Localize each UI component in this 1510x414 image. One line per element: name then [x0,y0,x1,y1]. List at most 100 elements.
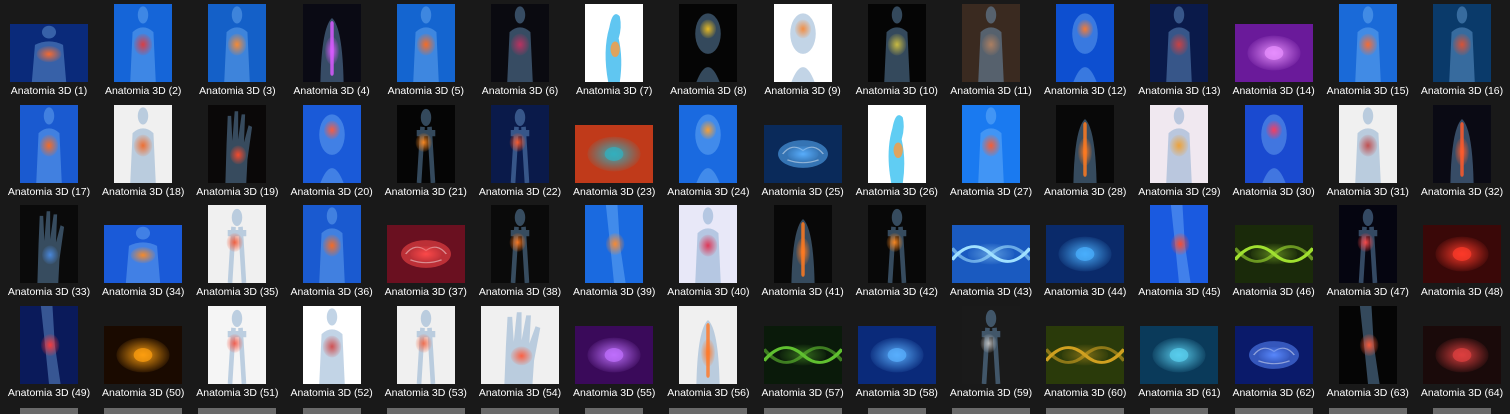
thumbnail-item[interactable]: Anatomia 3D (3) [190,4,284,104]
thumbnail-item[interactable]: Anatomia 3D (25) [756,105,850,205]
thumbnail-item[interactable]: Anatomia 3D (45) [1132,205,1226,305]
thumbnail-item[interactable]: Anatomia 3D (32) [1415,104,1509,205]
thumbnail-image [302,4,361,82]
thumbnail-item[interactable]: Anatomia 3D (20) [285,104,379,205]
thumbnail-item[interactable]: Anatomia 3D (48) [1415,205,1509,305]
thumbnail-label: Anatomia 3D (34) [102,286,185,298]
thumbnail-item[interactable]: Anatomia 3D (47) [1321,205,1415,305]
thumbnail-item[interactable]: Anatomia 3D (12) [1038,4,1132,104]
thumbnail-image [20,104,78,183]
thumbnail-item[interactable]: Anatomia 3D (30) [1227,104,1321,205]
thumbnail-item[interactable]: Anatomia 3D (58) [850,306,944,406]
thumbnail-item[interactable]: Anatomia 3D (8) [661,4,755,104]
thumbnail-item[interactable]: Anatomia 3D (19) [190,104,284,205]
thumbnail-item[interactable]: Anatomia 3D (39) [567,205,661,305]
thumbnail-item[interactable]: Anatomia 3D (56) [661,305,755,406]
thumbnail-label: Anatomia 3D (49) [7,386,91,399]
thumbnail-image [585,4,644,82]
thumbnail-item[interactable]: Anatomia 3D (60) [1038,306,1132,406]
thumbnail-item[interactable]: Anatomia 3D (46) [1227,205,1321,305]
thumbnail-item[interactable]: Anatomia 3D (31) [1321,104,1415,205]
thumbnail-item[interactable]: Anatomia 3D (61) [1132,306,1226,406]
thumbnail-label: Anatomia 3D (60) [1044,386,1127,399]
thumbnail-label: Anatomia 3D (14) [1232,85,1315,97]
thumbnail-frame [1038,104,1132,183]
thumbnail-item[interactable]: Anatomia 3D (1) [2,4,96,104]
thumbnail-item[interactable]: Anatomia 3D (21) [379,104,473,205]
thumbnail-label: Anatomia 3D (44) [1044,286,1127,298]
thumbnail-item[interactable]: Anatomia 3D (10) [850,4,944,104]
thumbnail-label: Anatomia 3D (27) [949,185,1033,198]
thumbnail-item[interactable]: Anatomia 3D (40) [661,205,755,305]
thumbnail-item[interactable]: Anatomia 3D (59) [944,305,1038,406]
thumbnail-item[interactable]: Anatomia 3D (16) [1415,4,1509,104]
thumbnail-item[interactable]: Anatomia 3D (50) [96,306,190,406]
thumbnail-item[interactable]: Anatomia 3D (54) [473,305,567,406]
next-row-thumbnail-edge [585,408,644,414]
thumbnail-item[interactable]: Anatomia 3D (5) [379,4,473,104]
thumbnail-item[interactable]: Anatomia 3D (34) [96,205,190,305]
thumbnail-item[interactable]: Anatomia 3D (41) [756,205,850,305]
thumbnail-item[interactable]: Anatomia 3D (14) [1227,4,1321,104]
thumbnail-item[interactable]: Anatomia 3D (35) [190,205,284,305]
thumbnail-item[interactable]: Anatomia 3D (57) [756,306,850,406]
thumbnail-item[interactable]: Anatomia 3D (63) [1321,305,1415,406]
next-row-thumbnail-edge [302,408,361,414]
thumbnail-item[interactable]: Anatomia 3D (64) [1415,306,1509,406]
thumbnail-item[interactable]: Anatomia 3D (49) [2,305,96,406]
thumbnail-frame [190,305,284,384]
thumbnail-item[interactable]: Anatomia 3D (52) [285,305,379,406]
thumbnail-image [679,4,738,82]
thumbnail-item[interactable]: Anatomia 3D (13) [1132,4,1226,104]
thumbnail-item[interactable]: Anatomia 3D (27) [944,104,1038,205]
thumbnail-frame [190,205,284,283]
thumbnail-item[interactable]: Anatomia 3D (29) [1132,104,1226,205]
thumbnail-item[interactable]: Anatomia 3D (53) [379,305,473,406]
thumbnail-item[interactable]: Anatomia 3D (9) [756,4,850,104]
thumbnail-frame [2,4,96,82]
thumbnail-item[interactable]: Anatomia 3D (38) [473,205,567,305]
thumbnail-image [1338,305,1397,384]
thumbnail-image [1056,104,1115,183]
thumbnail-item[interactable]: Anatomia 3D (24) [661,104,755,205]
next-row-thumbnail-edge [386,408,465,414]
thumbnail-item[interactable]: Anatomia 3D (37) [379,205,473,305]
thumbnail-item[interactable]: Anatomia 3D (42) [850,205,944,305]
thumbnail-label: Anatomia 3D (56) [667,386,750,399]
thumbnail-image [1244,104,1303,183]
thumbnail-item[interactable]: Anatomia 3D (18) [96,104,190,205]
thumbnail-item[interactable]: Anatomia 3D (6) [473,4,567,104]
thumbnail-frame [2,205,96,283]
thumbnail-frame [1227,205,1321,283]
thumbnail-image [857,325,936,384]
thumbnail-frame [1227,4,1321,82]
thumbnail-item[interactable]: Anatomia 3D (11) [944,4,1038,104]
thumbnail-item[interactable]: Anatomia 3D (17) [2,104,96,205]
thumbnail-item[interactable]: Anatomia 3D (4) [285,4,379,104]
thumbnail-label: Anatomia 3D (32) [1420,185,1504,198]
thumbnail-image [1433,4,1491,82]
thumbnail-label: Anatomia 3D (5) [387,85,465,97]
thumbnail-item[interactable]: Anatomia 3D (33) [2,205,96,305]
thumbnail-item[interactable]: Anatomia 3D (44) [1038,205,1132,305]
thumbnail-item[interactable]: Anatomia 3D (23) [567,105,661,205]
thumbnail-image [1140,325,1219,384]
thumbnail-item[interactable]: Anatomia 3D (62) [1227,306,1321,406]
thumbnail-frame [190,4,284,82]
thumbnail-item[interactable]: Anatomia 3D (43) [944,205,1038,305]
thumbnail-image [867,104,926,183]
thumbnail-item[interactable]: Anatomia 3D (36) [285,205,379,305]
thumbnail-image [1338,104,1397,183]
thumbnail-item[interactable]: Anatomia 3D (51) [190,305,284,406]
thumbnail-image [679,305,738,384]
thumbnail-image [679,205,738,283]
thumbnail-item[interactable]: Anatomia 3D (28) [1038,104,1132,205]
thumbnail-item[interactable]: Anatomia 3D (2) [96,4,190,104]
thumbnail-item[interactable]: Anatomia 3D (15) [1321,4,1415,104]
thumbnail-item[interactable]: Anatomia 3D (26) [850,104,944,205]
thumbnail-item[interactable]: Anatomia 3D (22) [473,104,567,205]
thumbnail-item[interactable]: Anatomia 3D (55) [567,306,661,406]
thumbnail-item[interactable]: Anatomia 3D (7) [567,4,661,104]
thumbnail-frame [1415,104,1509,183]
thumbnail-image [867,205,926,283]
